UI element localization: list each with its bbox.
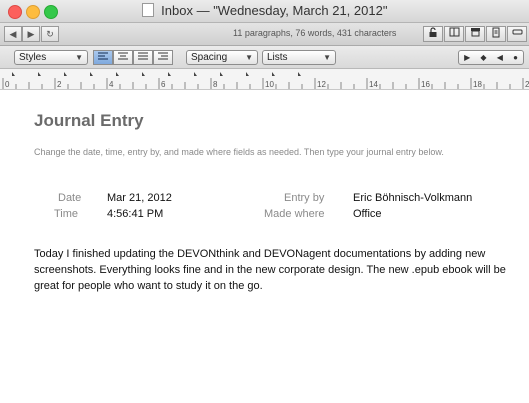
reload-icon: ↻ [46,29,54,39]
lock-icon [429,27,437,37]
ruler-label: 20 [525,80,529,89]
document-icon [141,3,154,17]
play-forward-icon[interactable]: ▶ [464,53,470,62]
forward-icon: ▶ [27,29,35,39]
tab-stop-marker[interactable] [298,72,301,76]
align-right-button[interactable] [153,50,173,65]
align-center-button[interactable] [113,50,133,65]
made-where-value[interactable]: Office [353,208,382,220]
columns-button[interactable] [444,26,464,42]
tab-stop-marker[interactable] [220,72,223,76]
document-icon [492,27,500,38]
lock-button[interactable] [423,26,443,42]
record-icon[interactable]: ● [513,53,518,62]
lists-popup[interactable]: Lists ▼ [262,50,336,65]
chevron-down-icon: ▼ [75,53,83,62]
ruler-scale: 0 2 4 6 8 10 12 14 16 18 20 [2,72,529,89]
align-right-icon [158,52,168,60]
spacing-label: Spacing [191,52,228,63]
ruler-label: 10 [265,80,274,89]
columns-icon [449,27,459,37]
lists-label: Lists [267,52,288,63]
document-window: Inbox — "Wednesday, March 21, 2012" ◀ ▶ … [0,0,529,403]
align-left-button[interactable] [93,50,113,65]
ruler-label: 18 [473,80,482,89]
document-content[interactable]: Journal Entry Change the date, time, ent… [0,90,529,403]
instructions-text: Change the date, time, entry by, and mad… [34,147,444,157]
ruler-label: 8 [213,80,218,89]
window-title: Inbox — "Wednesday, March 21, 2012" [161,3,388,18]
spacing-popup[interactable]: Spacing ▼ [186,50,258,65]
ruler-label: 4 [109,80,114,89]
date-label: Date [58,192,82,204]
tab-stop-marker[interactable] [194,72,197,76]
tab-stop-marker[interactable] [90,72,93,76]
document-stats: 11 paragraphs, 76 words, 431 characters [233,28,397,38]
align-left-icon [98,52,108,60]
align-justify-button[interactable] [133,50,153,65]
window-title-container: Inbox — "Wednesday, March 21, 2012" [0,3,529,18]
tab-stop-marker[interactable] [246,72,249,76]
ruler-label: 12 [317,80,326,89]
entry-by-value[interactable]: Eric Böhnisch-Volkmann [353,192,472,204]
ruler-label: 0 [5,80,10,89]
tab-stop-marker[interactable] [272,72,275,76]
ruler-label: 6 [161,80,166,89]
ruler-label: 14 [369,80,378,89]
back-icon: ◀ [9,29,17,39]
tab-stop-marker[interactable] [116,72,119,76]
navigation-toolbar: ◀ ▶ ↻ 11 paragraphs, 76 words, 431 chara… [0,23,529,46]
navigation-controls[interactable]: ▶ ◆ ◀ ● [458,50,524,65]
format-bar: Styles ▼ Spacing ▼ Lists ▼ ▶ ◆ ◀ ● [0,46,529,69]
tab-stop-marker[interactable] [38,72,41,76]
journal-body[interactable]: Today I finished updating the DEVONthink… [34,246,520,294]
ruler-label: 2 [57,80,62,89]
date-value[interactable]: Mar 21, 2012 [107,192,172,204]
more-button[interactable] [507,26,527,42]
chevron-down-icon: ▼ [323,53,331,62]
styles-label: Styles [19,52,47,63]
tab-stop-marker[interactable] [142,72,145,76]
entry-by-label: Entry by [284,192,325,204]
back-button[interactable]: ◀ [4,26,22,42]
reload-button[interactable]: ↻ [41,26,59,42]
tab-stop-marker[interactable] [64,72,67,76]
chevron-down-icon: ▼ [245,53,253,62]
archive-icon [470,28,480,37]
forward-button[interactable]: ▶ [22,26,40,42]
page-title: Journal Entry [34,111,144,130]
align-center-icon [118,52,128,60]
tab-stop-marker[interactable] [168,72,171,76]
styles-popup[interactable]: Styles ▼ [14,50,88,65]
archive-button[interactable] [465,26,485,42]
time-label: Time [54,208,79,220]
more-icon [512,29,522,35]
ruler-label: 16 [421,80,430,89]
made-where-label: Made where [264,208,325,220]
tab-stop-marker[interactable] [12,72,15,76]
time-value[interactable]: 4:56:41 PM [107,208,163,220]
play-back-icon[interactable]: ◀ [497,53,503,62]
ruler[interactable]: 0 2 4 6 8 10 12 14 16 18 20 [0,69,529,90]
document-button[interactable] [486,26,506,42]
title-bar[interactable]: Inbox — "Wednesday, March 21, 2012" [0,0,529,23]
align-justify-icon [138,52,148,60]
diamond-icon[interactable]: ◆ [480,53,486,62]
